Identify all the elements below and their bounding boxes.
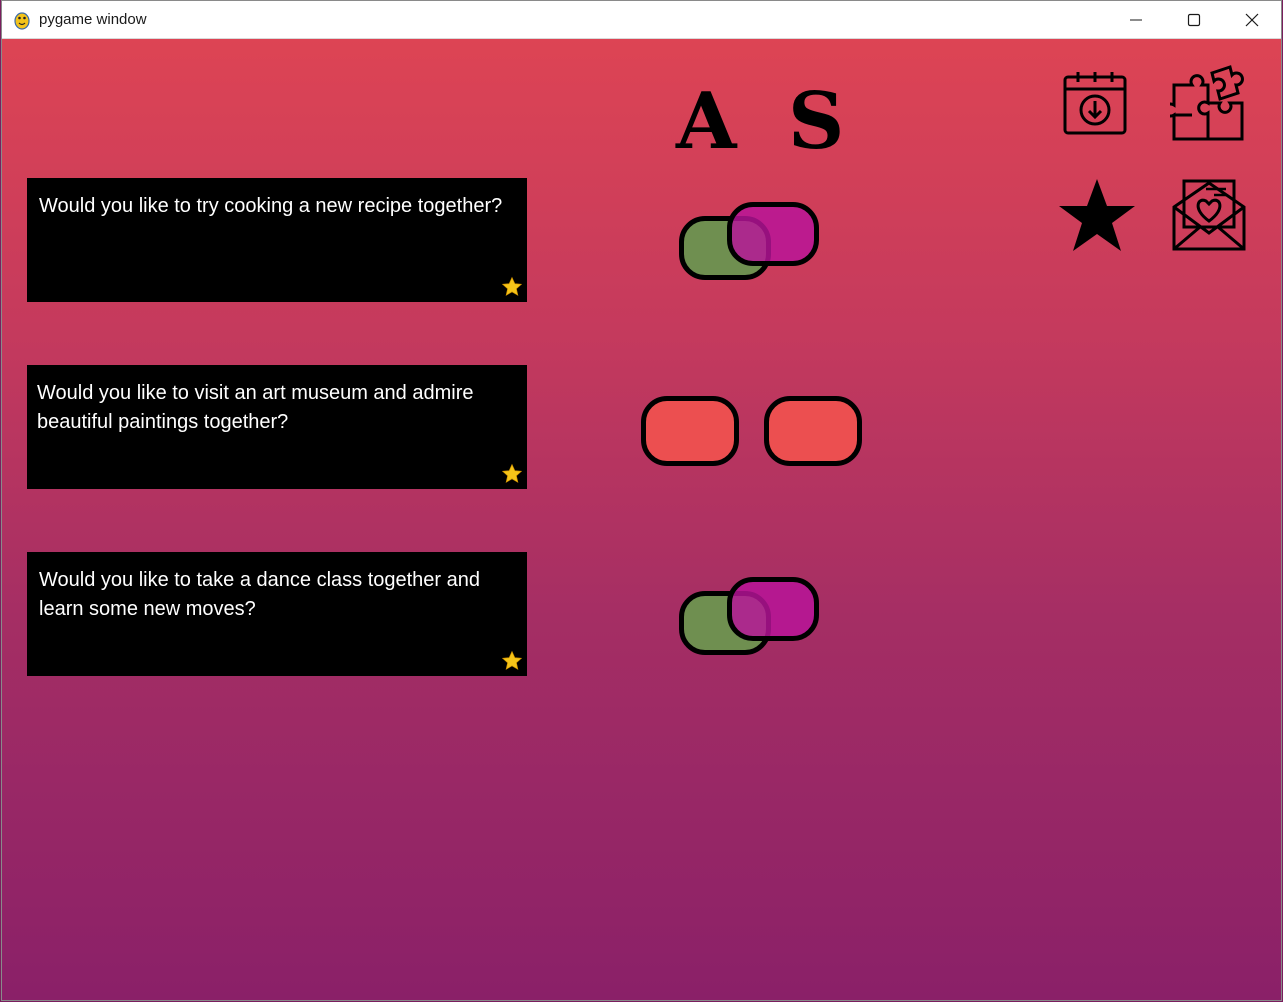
answer-s-toggle[interactable] [727,202,819,266]
minimize-button[interactable] [1107,1,1165,39]
minimize-icon [1130,19,1142,21]
question-card: Would you like to take a dance class tog… [27,552,527,676]
maximize-icon [1187,13,1201,27]
game-canvas: A S Would you like to try cooking a new … [2,39,1281,1000]
app-window: pygame window A S Would you like to try … [1,0,1282,1001]
calendar-download-icon[interactable] [1062,71,1128,135]
star-icon[interactable] [1057,177,1137,253]
question-text: Would you like to visit an art museum an… [37,382,474,433]
question-text: Would you like to take a dance class tog… [39,569,481,620]
question-card: Would you like to try cooking a new reci… [27,178,527,302]
maximize-button[interactable] [1165,1,1223,39]
close-button[interactable] [1223,1,1281,39]
favorite-star-icon[interactable] [501,276,523,298]
question-text: Would you like to try cooking a new reci… [39,195,503,217]
puzzle-icon[interactable] [1170,63,1250,141]
answer-a-toggle[interactable] [641,396,739,466]
answer-s-toggle[interactable] [727,577,819,641]
question-card: Would you like to visit an art museum an… [27,365,527,489]
title-bar[interactable]: pygame window [2,1,1281,39]
favorite-star-icon[interactable] [501,650,523,672]
favorite-star-icon[interactable] [501,463,523,485]
player-s-label: S [788,76,845,167]
love-letter-icon[interactable] [1170,177,1248,253]
window-title: pygame window [39,11,147,28]
close-icon [1245,13,1259,27]
player-a-label: A [676,76,737,167]
pygame-snake-icon [14,12,30,30]
answer-s-toggle[interactable] [764,396,862,466]
